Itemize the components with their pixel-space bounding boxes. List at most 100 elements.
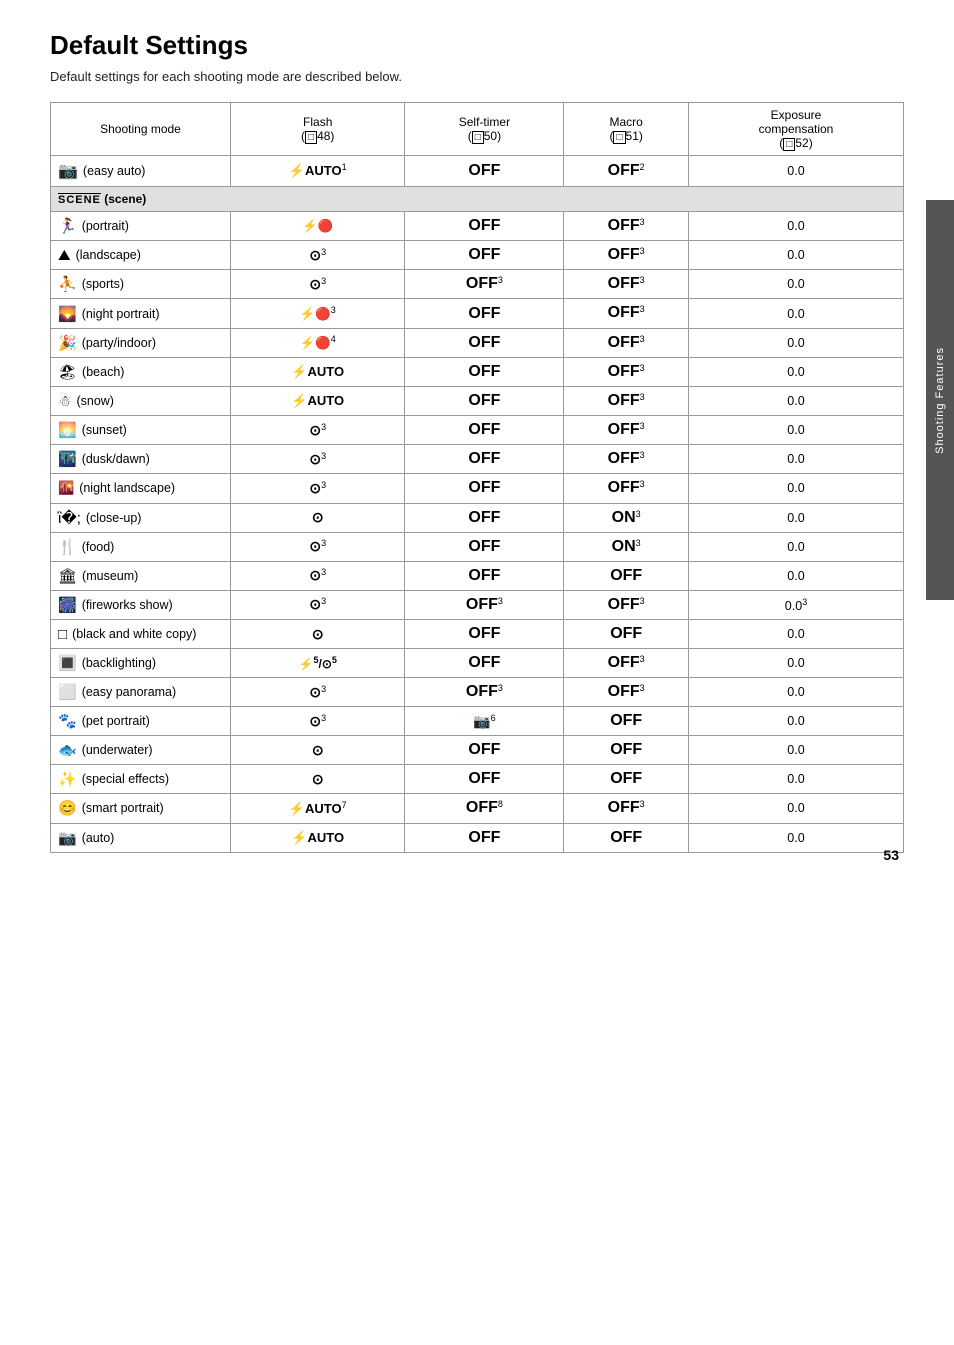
table-row-macro: OFF3 [564,416,689,445]
table-row-exp: 0.0 [689,328,904,357]
table-row-flash: ⊙3 [231,474,405,503]
table-row-exp: 0.0 [689,416,904,445]
table-row-macro: ON3 [564,532,689,561]
table-row-exp: 0.0 [689,649,904,678]
table-row-exp: 0.0 [689,386,904,415]
table-row-timer: 📷6 [405,707,564,736]
table-row-mode: 📷(easy auto) [51,156,231,187]
table-row-macro: OFF [564,561,689,590]
table-row-timer: OFF [405,649,564,678]
table-row-mode: 🔳(backlighting) [51,649,231,678]
table-row-mode: ⛹(sports) [51,270,231,299]
table-row-macro: OFF3 [564,474,689,503]
table-row-macro: OFF3 [564,649,689,678]
table-row-mode: ἳ�;(close-up) [51,503,231,532]
page-container: Default Settings Default settings for ea… [0,0,954,883]
table-row-timer: OFF [405,445,564,474]
table-row-mode: 🎆(fireworks show) [51,590,231,619]
sidebar-label: Shooting Features [934,347,946,454]
table-row-flash: ⊙3 [231,532,405,561]
table-row-macro: OFF3 [564,357,689,386]
table-row-mode: ⬜(easy panorama) [51,678,231,707]
table-row-macro: OFF2 [564,156,689,187]
table-row-exp: 0.0 [689,357,904,386]
table-row-macro: OFF3 [564,386,689,415]
table-row-exp: 0.0 [689,299,904,328]
table-row-flash: ⊙3 [231,241,405,270]
table-row-flash: ⊙ [231,503,405,532]
table-row-macro: OFF3 [564,241,689,270]
table-row-mode: 🏛(museum) [51,561,231,590]
table-row-flash: ⚡AUTO [231,357,405,386]
table-row-timer: OFF [405,156,564,187]
table-row-macro: OFF [564,736,689,765]
table-row-exp: 0.0 [689,270,904,299]
table-row-timer: OFF [405,416,564,445]
table-row-mode: ✨(special effects) [51,765,231,794]
col-header-exposure: Exposurecompensation(□52) [689,103,904,156]
table-row-exp: 0.0 [689,794,904,823]
table-row-flash: ⊙ [231,765,405,794]
table-row-exp: 0.0 [689,561,904,590]
table-row-mode: 📷(auto) [51,823,231,852]
table-row-flash: ⊙3 [231,678,405,707]
page-subtitle: Default settings for each shooting mode … [50,69,904,84]
table-row-mode: 🍴(food) [51,532,231,561]
table-row-flash: ⚡AUTO [231,823,405,852]
table-row-mode: 🌃(dusk/dawn) [51,445,231,474]
table-row-timer: OFF [405,503,564,532]
table-row-timer: OFF [405,386,564,415]
table-row-macro: OFF3 [564,678,689,707]
table-row-macro: OFF [564,707,689,736]
table-row-flash: ⊙ [231,736,405,765]
table-row-flash: ⊙ [231,620,405,649]
table-row-macro: OFF3 [564,212,689,241]
table-row-exp: 0.03 [689,590,904,619]
table-row-mode: 😊(smart portrait) [51,794,231,823]
col-header-mode: Shooting mode [51,103,231,156]
table-row-exp: 0.0 [689,503,904,532]
right-sidebar: Shooting Features [926,200,954,600]
page-title: Default Settings [50,30,904,61]
table-row-macro: OFF3 [564,328,689,357]
table-row-flash: ⚡AUTO7 [231,794,405,823]
table-row-flash: ⊙3 [231,445,405,474]
table-row-flash: ⚡🔴4 [231,328,405,357]
table-row-timer: OFF [405,474,564,503]
section-header: SCENE (scene) [51,187,904,212]
table-row-flash: ⚡AUTO [231,386,405,415]
table-row-exp: 0.0 [689,212,904,241]
table-row-flash: ⚡🔴 [231,212,405,241]
table-row-exp: 0.0 [689,156,904,187]
table-row-exp: 0.0 [689,736,904,765]
col-header-flash: Flash(□48) [231,103,405,156]
table-row-timer: OFF [405,765,564,794]
page-number: 53 [883,847,899,863]
table-row-exp: 0.0 [689,241,904,270]
table-row-flash: ⊙3 [231,590,405,619]
table-row-timer: OFF3 [405,590,564,619]
col-header-macro: Macro(□51) [564,103,689,156]
table-row-exp: 0.0 [689,823,904,852]
table-row-flash: ⚡🔴3 [231,299,405,328]
table-row-macro: OFF [564,620,689,649]
table-row-exp: 0.0 [689,620,904,649]
table-row-exp: 0.0 [689,474,904,503]
table-row-exp: 0.0 [689,532,904,561]
table-row-timer: OFF3 [405,270,564,299]
table-row-timer: OFF [405,561,564,590]
table-row-exp: 0.0 [689,765,904,794]
table-row-mode: 🎉(party/indoor) [51,328,231,357]
table-row-mode: □(black and white copy) [51,620,231,649]
table-row-timer: OFF [405,212,564,241]
table-row-mode: 🌅(sunset) [51,416,231,445]
table-row-flash: ⊙3 [231,707,405,736]
table-row-timer: OFF3 [405,678,564,707]
table-row-timer: OFF [405,736,564,765]
table-row-exp: 0.0 [689,707,904,736]
table-row-mode: 🌇(night landscape) [51,474,231,503]
table-row-timer: OFF [405,328,564,357]
table-row-mode: 🏃‍♀️(portrait) [51,212,231,241]
table-row-timer: OFF [405,532,564,561]
table-row-flash: ⊙3 [231,416,405,445]
